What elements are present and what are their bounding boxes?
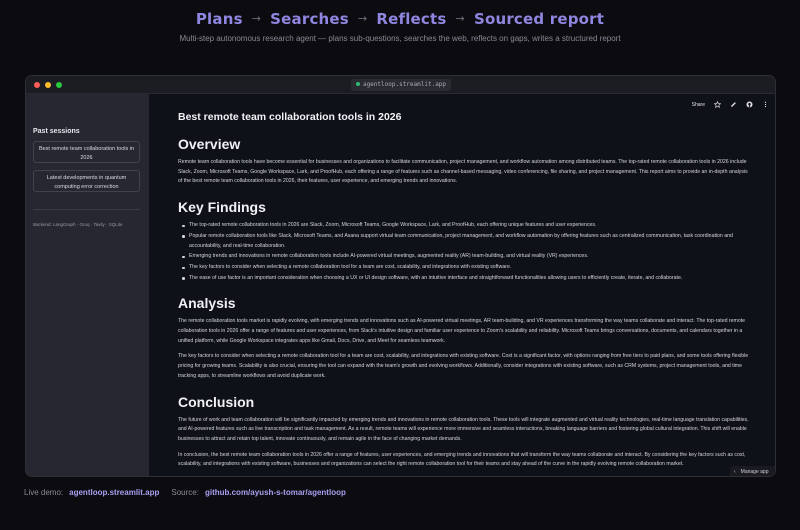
manage-app-button[interactable]: ‹ Manage app (730, 466, 775, 476)
share-button[interactable]: Share (692, 102, 705, 108)
finding-item: Emerging trends and innovations in remot… (178, 252, 750, 262)
finding-item: Popular remote collaboration tools like … (178, 232, 750, 251)
arrow-icon: → (455, 12, 465, 25)
session-button[interactable]: Best remote team collaboration tools in … (33, 141, 140, 163)
source-link[interactable]: github.com/ayush-s-tomar/agentloop (205, 488, 346, 497)
conclusion-paragraph: The future of work and team collaboratio… (178, 416, 749, 442)
session-button[interactable]: Latest developments in quantum computing… (33, 170, 140, 192)
sidebar-divider (33, 209, 140, 210)
finding-item: The key factors to consider when selecti… (178, 263, 750, 273)
main-content: Share Best remote team collaboration too… (149, 94, 775, 476)
step-reflects: Reflects (376, 10, 447, 28)
manage-app-label: Manage app (740, 469, 769, 475)
pipeline-steps: Plans → Searches → Reflects → Sourced report (0, 10, 800, 28)
analysis-paragraph: The key factors to consider when selecti… (178, 353, 749, 379)
star-icon[interactable] (714, 101, 721, 108)
finding-item: The ease of use factor is an important c… (178, 274, 750, 284)
finding-item: The top-rated remote collaboration tools… (178, 221, 750, 231)
overview-paragraph: Remote team collaboration tools have bec… (178, 159, 748, 185)
edit-icon[interactable] (730, 101, 737, 108)
github-icon[interactable] (746, 101, 753, 108)
demo-label: Live demo: (24, 488, 64, 497)
chevron-left-icon: ‹ (734, 469, 736, 475)
arrow-icon: → (251, 12, 262, 25)
source-label: Source: (171, 488, 199, 497)
close-window-dot[interactable] (34, 82, 40, 88)
maximize-window-dot[interactable] (56, 82, 62, 88)
key-findings-heading: Key Findings (178, 199, 266, 216)
overview-heading: Overview (178, 136, 241, 152)
app-toolbar: Share (692, 101, 769, 108)
sidebar-title: Past sessions (33, 128, 80, 135)
hero: Plans → Searches → Reflects → Sourced report M… (0, 10, 800, 43)
secure-icon (355, 82, 360, 86)
report: Best remote team collaboration tools in … (178, 110, 750, 476)
step-sourced-report: Sourced report (473, 10, 605, 28)
conclusion-heading: Conclusion (178, 393, 255, 410)
footer: Live demo: agentloop.streamlit.app Source:… (24, 488, 346, 497)
browser-window: agentloop.streamlit.app Past sessions Be… (25, 75, 776, 477)
backend-caption: Backend: LangGraph · Groq · Tavily · SQL… (33, 222, 123, 227)
demo-link[interactable]: agentloop.streamlit.app (69, 488, 159, 497)
address-bar[interactable]: agentloop.streamlit.app (351, 79, 451, 91)
sidebar: Past sessions Best remote team collabora… (26, 94, 149, 476)
step-plans: Plans (195, 10, 243, 28)
step-searches: Searches (270, 10, 349, 28)
arrow-icon: → (357, 12, 368, 25)
analysis-paragraph: The remote collaboration tools market is… (178, 318, 746, 344)
more-menu-icon[interactable] (762, 101, 769, 108)
key-findings-list: The top-rated remote collaboration tools… (178, 221, 750, 283)
url-text: agentloop.streamlit.app (362, 81, 447, 88)
analysis-heading: Analysis (178, 295, 236, 312)
conclusion-paragraph: In conclusion, the best remote team coll… (178, 451, 746, 468)
tagline: Multi-step autonomous research agent — p… (179, 34, 621, 43)
report-title: Best remote team collaboration tools in … (178, 111, 402, 123)
browser-titlebar: agentloop.streamlit.app (26, 76, 775, 94)
minimize-window-dot[interactable] (45, 82, 51, 88)
